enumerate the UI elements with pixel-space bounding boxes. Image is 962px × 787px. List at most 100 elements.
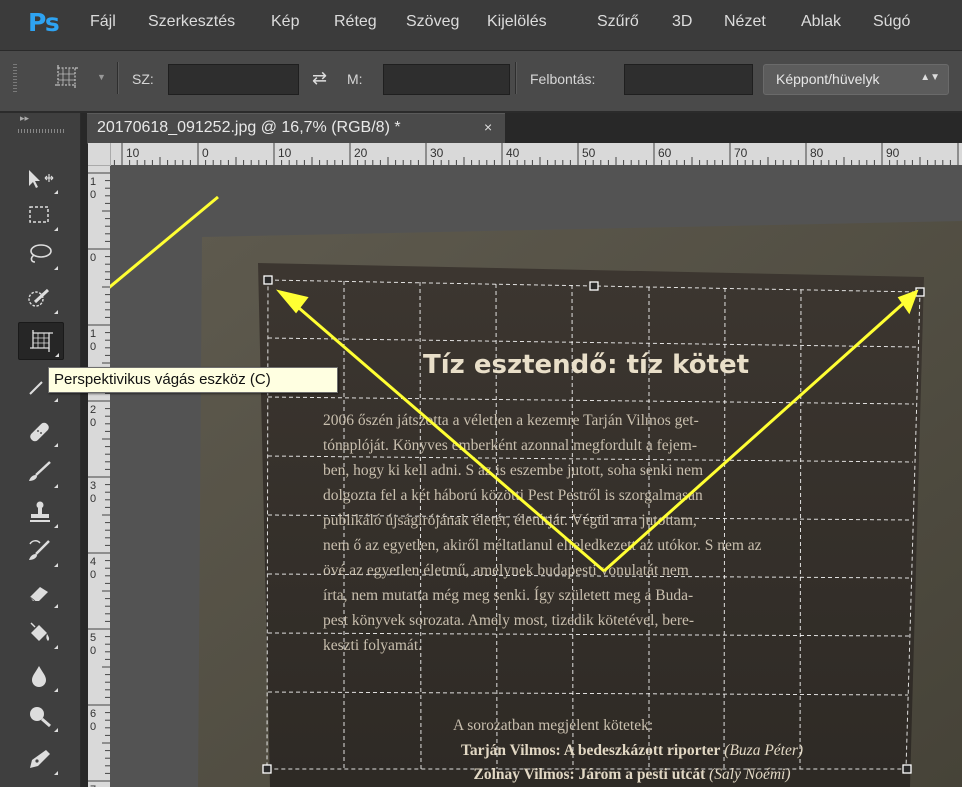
arrow-line-to-tool (110, 195, 219, 289)
history-brush-tool[interactable] (18, 533, 62, 569)
ruler-label: 6 (90, 708, 96, 720)
tools-panel-grip[interactable] (18, 129, 64, 133)
eraser-icon (29, 587, 48, 602)
arrow-head-left (275, 289, 309, 314)
chevron-updown-icon: ▲▼ (920, 72, 940, 83)
ruler-label: 0 (90, 417, 96, 429)
close-icon[interactable]: × (484, 119, 492, 135)
tool-group-indicator (54, 190, 58, 194)
quick-selection-tool[interactable] (18, 280, 62, 316)
dodge-icon (30, 707, 51, 728)
height-label: M: (347, 71, 363, 87)
resolution-unit-select[interactable]: Képpont/hüvelyk ▲▼ (763, 64, 949, 95)
blur-tool[interactable] (18, 658, 62, 694)
document-tab-title: 20170618_091252.jpg @ 16,7% (RGB/8) * (97, 119, 401, 136)
tool-group-indicator (54, 524, 58, 528)
paint-bucket-icon (30, 622, 50, 641)
photoshop-logo: Ps (28, 8, 60, 37)
eraser-tool[interactable] (18, 574, 62, 610)
horizontal-ruler-ticks: 10 0 10 20 30 40 50 60 70 80 90 (91, 143, 959, 165)
height-field[interactable] (383, 64, 510, 95)
menu-layer[interactable]: Réteg (334, 13, 377, 31)
rectangular-marquee-icon (29, 206, 49, 223)
ruler-label: 50 (582, 146, 596, 160)
ruler-label: 70 (734, 146, 748, 160)
options-divider (117, 62, 119, 94)
menu-file[interactable]: Fájl (90, 13, 116, 31)
ruler-label: 0 (90, 721, 96, 733)
ruler-label: 5 (90, 632, 96, 644)
tool-group-indicator (54, 310, 58, 314)
vertical-ruler[interactable]: 1001020304050607 (88, 165, 110, 787)
menu-view[interactable]: Nézet (724, 13, 766, 31)
ruler-label: 0 (90, 645, 96, 657)
paint-bucket-tool[interactable] (18, 615, 62, 651)
options-bar-grip[interactable] (13, 64, 17, 94)
tool-group-indicator (54, 266, 58, 270)
marquee-tool[interactable] (18, 197, 62, 233)
menu-filter[interactable]: Szűrő (597, 13, 639, 31)
arrow-head-right (897, 289, 919, 315)
ruler-label: 0 (90, 569, 96, 581)
resolution-field[interactable] (624, 64, 753, 95)
tool-group-indicator (54, 443, 58, 447)
width-label: SZ: (132, 71, 154, 87)
document-tab[interactable]: 20170618_091252.jpg @ 16,7% (RGB/8) * × (87, 113, 505, 144)
pen-tool[interactable] (18, 741, 62, 777)
resolution-label: Felbontás: (530, 71, 596, 87)
tool-group-indicator (54, 398, 58, 402)
menu-bar: Ps Fájl Szerkesztés Kép Réteg Szöveg Kij… (0, 0, 962, 51)
clone-stamp-icon (30, 501, 50, 522)
canvas[interactable]: Tíz esztendő: tíz kötet 2006 őszén játsz… (110, 165, 962, 787)
tool-group-indicator (54, 645, 58, 649)
clone-stamp-tool[interactable] (18, 494, 62, 530)
ruler-label: 0 (90, 189, 96, 201)
spot-healing-brush-icon (30, 422, 49, 442)
ruler-label: 0 (90, 252, 96, 264)
menu-image[interactable]: Kép (271, 13, 299, 31)
annotation-overlay (110, 195, 919, 573)
menu-select[interactable]: Kijelölés (487, 13, 547, 31)
ruler-label: 40 (506, 146, 520, 160)
options-divider (515, 62, 517, 94)
move-tool[interactable] (18, 160, 62, 196)
ruler-label: 80 (810, 146, 824, 160)
vertical-ruler-ticks: 1001020304050607 (88, 165, 110, 787)
ruler-label: 0 (90, 341, 96, 353)
ruler-label: 4 (90, 556, 96, 568)
width-field[interactable] (168, 64, 299, 95)
ruler-origin[interactable] (88, 143, 111, 166)
menu-type[interactable]: Szöveg (406, 13, 459, 31)
dodge-tool[interactable] (18, 698, 62, 734)
ruler-label: 1 (90, 176, 96, 188)
brush-tool[interactable] (18, 454, 62, 490)
menu-edit[interactable]: Szerkesztés (148, 13, 235, 31)
menu-help[interactable]: Súgó (873, 13, 910, 31)
swap-dimensions-icon[interactable]: ⇄ (312, 68, 327, 89)
ruler-label: 3 (90, 480, 96, 492)
ruler-label: 0 (202, 146, 209, 160)
collapse-panel-icon[interactable]: ▸▸ (20, 113, 29, 124)
lasso-tool[interactable] (18, 236, 62, 272)
tool-group-indicator (54, 771, 58, 775)
ruler-label: 20 (354, 146, 368, 160)
tool-group-indicator (54, 604, 58, 608)
tool-group-indicator (54, 728, 58, 732)
menu-window[interactable]: Ablak (801, 13, 841, 31)
ruler-label: 60 (658, 146, 672, 160)
spot-healing-tool[interactable] (18, 413, 62, 449)
tool-group-indicator (54, 563, 58, 567)
tool-group-indicator (55, 353, 59, 357)
ruler-label: 10 (278, 146, 292, 160)
horizontal-ruler[interactable]: 10 0 10 20 30 40 50 60 70 80 90 (88, 143, 962, 165)
perspective-crop-tool[interactable] (18, 322, 64, 360)
brush-icon (29, 461, 51, 481)
menu-3d[interactable]: 3D (672, 13, 692, 31)
perspective-crop-preset-icon[interactable] (50, 62, 84, 92)
perspective-crop-icon (30, 330, 53, 352)
ruler-label: 1 (90, 328, 96, 340)
lasso-icon (30, 244, 52, 263)
ruler-label: 10 (126, 146, 140, 160)
tool-group-indicator (54, 688, 58, 692)
preset-dropdown-caret[interactable]: ▼ (97, 72, 106, 82)
